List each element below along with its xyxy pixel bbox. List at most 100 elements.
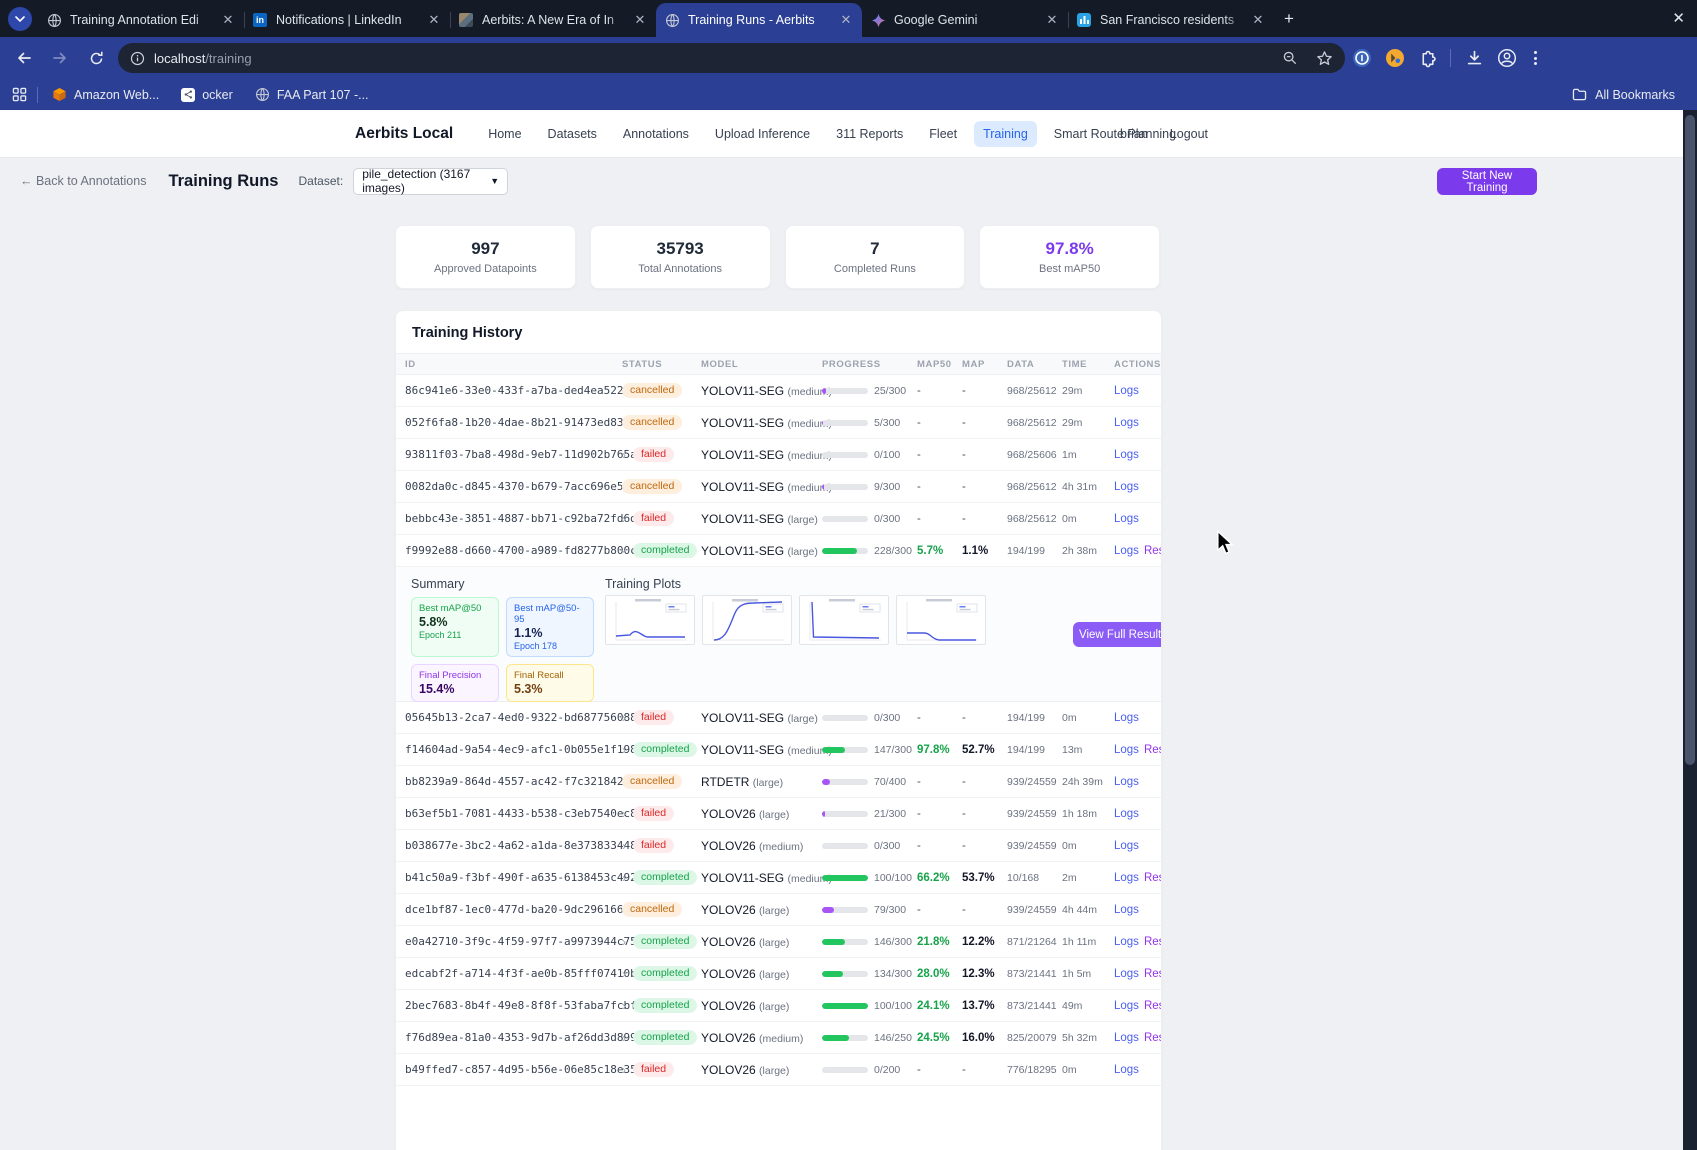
training-plot-thumbnail[interactable] <box>896 595 986 645</box>
search-icon[interactable] <box>1282 50 1298 66</box>
chevron-right-icon[interactable]: › <box>622 936 626 948</box>
dataset-select[interactable]: pile_detection (3167 images) ▼ <box>353 168 508 195</box>
profile-avatar-icon[interactable] <box>1497 48 1517 68</box>
browser-tab[interactable]: San Francisco residents✕ <box>1068 3 1274 37</box>
nav-item-upload-inference[interactable]: Upload Inference <box>706 121 819 147</box>
chevron-right-icon[interactable]: › <box>622 840 626 852</box>
chevron-right-icon[interactable]: › <box>622 968 626 980</box>
tab-close-icon[interactable]: ✕ <box>838 12 854 28</box>
results-link[interactable]: Results <box>1144 872 1162 884</box>
bookmark-item[interactable]: ocker <box>181 88 233 102</box>
table-row[interactable]: 052f6fa8-1b20-4dae-8b21-91473ed833d8canc… <box>396 407 1162 439</box>
new-tab-button[interactable]: + <box>1284 9 1294 29</box>
browser-tab[interactable]: Training Runs - Aerbits✕ <box>656 3 862 37</box>
tab-search-button[interactable] <box>8 7 32 31</box>
chevron-right-icon[interactable]: › <box>622 712 626 724</box>
chevron-right-icon[interactable]: › <box>622 1064 626 1076</box>
table-row[interactable]: 05645b13-2ca7-4ed0-9322-bd6877560880›fai… <box>396 702 1162 734</box>
tab-close-icon[interactable]: ✕ <box>426 12 442 28</box>
table-row[interactable]: edcabf2f-a714-4f3f-ae0b-85fff07410b9›com… <box>396 958 1162 990</box>
nav-item-311-reports[interactable]: 311 Reports <box>827 121 912 147</box>
logs-link[interactable]: Logs <box>1114 744 1139 756</box>
logs-link[interactable]: Logs <box>1114 872 1139 884</box>
chevron-right-icon[interactable]: › <box>622 808 626 820</box>
table-row[interactable]: f76d89ea-81a0-4353-9d7b-af26dd3d8993›com… <box>396 1022 1162 1054</box>
training-plot-thumbnail[interactable] <box>605 595 695 645</box>
password-manager-extension-icon[interactable] <box>1352 48 1372 68</box>
nav-item-annotations[interactable]: Annotations <box>614 121 698 147</box>
nav-item-fleet[interactable]: Fleet <box>920 121 966 147</box>
scrollbar-thumb[interactable] <box>1685 115 1695 765</box>
results-link[interactable]: Results <box>1144 1032 1162 1044</box>
start-new-training-button[interactable]: Start New Training <box>1437 168 1537 195</box>
downloads-icon[interactable] <box>1465 49 1484 68</box>
orange-extension-icon[interactable] <box>1385 48 1405 68</box>
results-link[interactable]: Results <box>1144 936 1162 948</box>
url-text[interactable]: localhost/training <box>154 51 252 66</box>
table-row[interactable]: 86c941e6-33e0-433f-a7ba-ded4ea52242dcanc… <box>396 375 1162 407</box>
table-row[interactable]: b41c50a9-f3bf-490f-a635-6138453c4926›com… <box>396 862 1162 894</box>
chevron-right-icon[interactable]: › <box>622 513 626 525</box>
logs-link[interactable]: Logs <box>1114 385 1139 397</box>
extensions-puzzle-icon[interactable] <box>1418 49 1437 68</box>
table-row[interactable]: 0082da0c-d845-4370-b679-7acc696e59aecanc… <box>396 471 1162 503</box>
results-link[interactable]: Results <box>1144 744 1162 756</box>
table-row[interactable]: b49ffed7-c857-4d95-b56e-06e85c18e35d›fai… <box>396 1054 1162 1086</box>
forward-button[interactable] <box>46 44 74 72</box>
bookmark-item[interactable]: Amazon Web... <box>52 87 159 102</box>
logs-link[interactable]: Logs <box>1114 449 1139 461</box>
chevron-right-icon[interactable]: › <box>622 449 626 461</box>
logs-link[interactable]: Logs <box>1114 904 1139 916</box>
training-plot-thumbnail[interactable] <box>799 595 889 645</box>
window-close-icon[interactable]: ✕ <box>1672 9 1685 27</box>
page-scrollbar[interactable] <box>1683 110 1697 1150</box>
tab-close-icon[interactable]: ✕ <box>1250 12 1266 28</box>
apps-grid-icon[interactable] <box>12 87 27 102</box>
table-row[interactable]: e0a42710-3f9c-4f59-97f7-a9973944c758›com… <box>396 926 1162 958</box>
browser-menu-icon[interactable] <box>1530 51 1541 65</box>
logs-link[interactable]: Logs <box>1114 840 1139 852</box>
table-row[interactable]: 93811f03-7ba8-498d-9eb7-11d902b765a4›fai… <box>396 439 1162 471</box>
logs-link[interactable]: Logs <box>1114 808 1139 820</box>
logout-link[interactable]: Logout <box>1170 127 1208 141</box>
all-bookmarks-button[interactable]: All Bookmarks <box>1572 88 1675 102</box>
logs-link[interactable]: Logs <box>1114 1000 1139 1012</box>
site-info-icon[interactable] <box>130 51 145 66</box>
logs-link[interactable]: Logs <box>1114 513 1139 525</box>
logs-link[interactable]: Logs <box>1114 1064 1139 1076</box>
tab-close-icon[interactable]: ✕ <box>220 12 236 28</box>
logs-link[interactable]: Logs <box>1114 481 1139 493</box>
browser-tab[interactable]: Aerbits: A New Era of In✕ <box>450 3 656 37</box>
view-full-results-button[interactable]: View Full Results <box>1073 622 1162 647</box>
table-row[interactable]: f9992e88-d660-4700-a989-fd8277b800ca›com… <box>396 535 1162 567</box>
results-link[interactable]: Results <box>1144 1000 1162 1012</box>
browser-tab[interactable]: inNotifications | LinkedIn✕ <box>244 3 450 37</box>
browser-tab[interactable]: Google Gemini✕ <box>862 3 1068 37</box>
table-row[interactable]: 2bec7683-8b4f-49e8-8f8f-53faba7fcbf8›com… <box>396 990 1162 1022</box>
back-to-annotations-link[interactable]: ← Back to Annotations <box>20 174 146 188</box>
address-bar[interactable]: localhost/training <box>118 43 1345 73</box>
nav-item-datasets[interactable]: Datasets <box>539 121 606 147</box>
logs-link[interactable]: Logs <box>1114 936 1139 948</box>
table-row[interactable]: b63ef5b1-7081-4433-b538-c3eb7540ec81›fai… <box>396 798 1162 830</box>
logs-link[interactable]: Logs <box>1114 712 1139 724</box>
tab-close-icon[interactable]: ✕ <box>632 12 648 28</box>
logs-link[interactable]: Logs <box>1114 776 1139 788</box>
chevron-right-icon[interactable]: › <box>622 872 626 884</box>
nav-item-home[interactable]: Home <box>479 121 530 147</box>
chevron-right-icon[interactable]: › <box>622 1032 626 1044</box>
table-row[interactable]: b038677e-3bc2-4a62-a1da-8e3738334486›fai… <box>396 830 1162 862</box>
logs-link[interactable]: Logs <box>1114 968 1139 980</box>
logs-link[interactable]: Logs <box>1114 1032 1139 1044</box>
training-plot-thumbnail[interactable] <box>702 595 792 645</box>
chevron-right-icon[interactable]: › <box>622 744 626 756</box>
results-link[interactable]: Results <box>1144 545 1162 557</box>
table-row[interactable]: bebbc43e-3851-4887-bb71-c92ba72fd6d9›fai… <box>396 503 1162 535</box>
browser-tab[interactable]: Training Annotation Edi✕ <box>38 3 244 37</box>
back-button[interactable] <box>10 44 38 72</box>
table-row[interactable]: dce1bf87-1ec0-477d-ba20-9dc296166c7acanc… <box>396 894 1162 926</box>
bookmark-star-icon[interactable] <box>1316 50 1333 67</box>
table-row[interactable]: bb8239a9-864d-4557-ac42-f7c32184234bcanc… <box>396 766 1162 798</box>
nav-item-training[interactable]: Training <box>974 121 1037 147</box>
reload-button[interactable] <box>82 44 110 72</box>
